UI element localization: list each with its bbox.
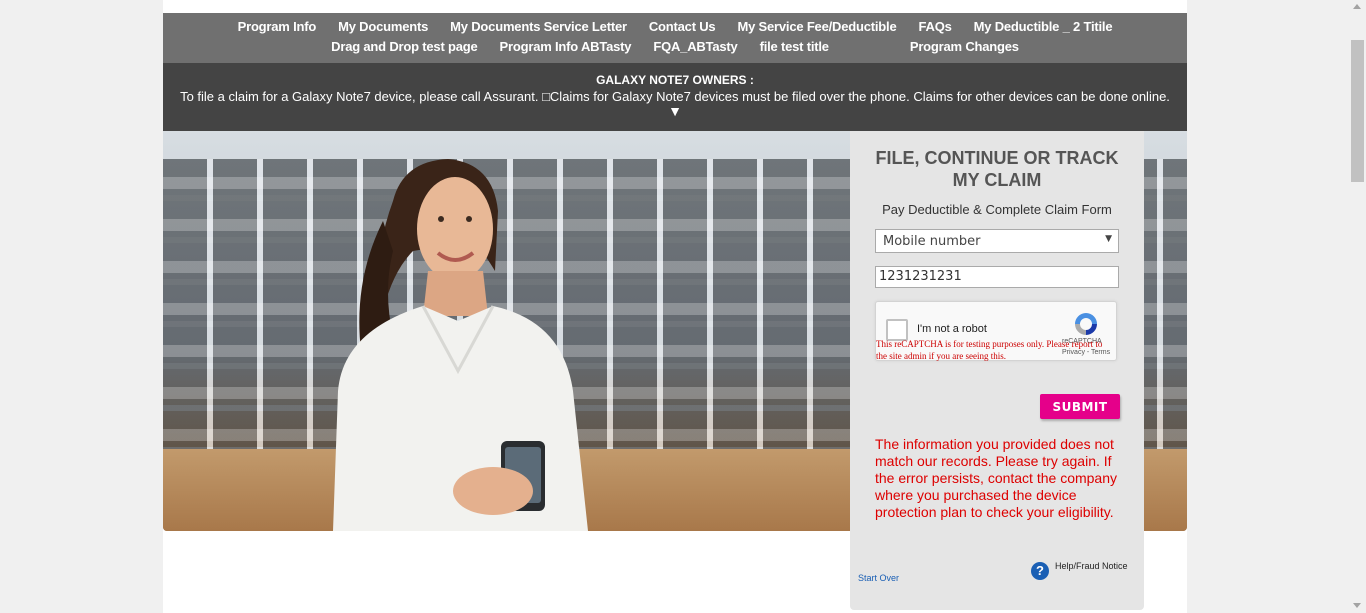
nav-program-changes[interactable]: Program Changes: [910, 39, 1019, 54]
nav-my-deductible-2[interactable]: My Deductible _ 2 Titile: [974, 19, 1113, 34]
page: Program Info My Documents My Documents S…: [163, 0, 1187, 613]
nav-program-info-abtasty[interactable]: Program Info ABTasty: [500, 39, 632, 54]
help-icon[interactable]: ?: [1031, 562, 1049, 580]
claim-title-line-2: MY CLAIM: [952, 170, 1042, 190]
banner-toggle-icon[interactable]: ▼: [163, 103, 1187, 119]
submit-button[interactable]: SUBMIT: [1040, 394, 1120, 419]
help-fraud-notice-link[interactable]: Help/Fraud Notice: [1055, 561, 1128, 571]
nav-program-info[interactable]: Program Info: [238, 19, 317, 34]
nav-file-test-title[interactable]: file test title: [760, 39, 829, 54]
recaptcha-widget: I'm not a robot reCAPTCHA Privacy - Term…: [875, 301, 1117, 361]
recaptcha-icon: [1075, 313, 1097, 335]
woman-with-phone-image: [333, 159, 588, 531]
scrollbar-thumb[interactable]: [1351, 40, 1364, 182]
chevron-down-icon: ▼: [1105, 234, 1112, 244]
nav-contact-us[interactable]: Contact Us: [649, 19, 716, 34]
note7-banner: GALAXY NOTE7 OWNERS : To file a claim fo…: [163, 63, 1187, 131]
claim-title: FILE, CONTINUE OR TRACK MY CLAIM: [850, 147, 1144, 191]
top-bar: [163, 0, 1187, 13]
nav-fqa-abtasty[interactable]: FQA_ABTasty: [653, 39, 737, 54]
select-value: Mobile number: [883, 234, 981, 249]
claim-title-line-1: FILE, CONTINUE OR TRACK: [875, 148, 1119, 168]
mobile-number-input[interactable]: 1231231231: [875, 266, 1119, 288]
nav-row-1: Program Info My Documents My Documents S…: [163, 19, 1187, 34]
error-message: The information you provided does not ma…: [875, 436, 1117, 520]
nav-drag-drop-test[interactable]: Drag and Drop test page: [331, 39, 478, 54]
page-scrollbar[interactable]: [1349, 0, 1366, 613]
scroll-up-icon[interactable]: [1353, 4, 1361, 9]
scroll-down-icon[interactable]: [1353, 603, 1361, 608]
claim-subtitle: Pay Deductible & Complete Claim Form: [882, 202, 1112, 217]
recaptcha-label: I'm not a robot: [917, 323, 987, 335]
banner-text: To file a claim for a Galaxy Note7 devic…: [180, 89, 1170, 104]
start-over-link[interactable]: Start Over: [858, 573, 899, 583]
claim-panel: FILE, CONTINUE OR TRACK MY CLAIM Pay Ded…: [850, 131, 1144, 610]
main-nav: Program Info My Documents My Documents S…: [163, 13, 1187, 63]
nav-my-documents-service-letter[interactable]: My Documents Service Letter: [450, 19, 627, 34]
nav-faqs[interactable]: FAQs: [918, 19, 951, 34]
recaptcha-warning: This reCAPTCHA is for testing purposes o…: [876, 339, 1103, 361]
nav-service-fee-deductible[interactable]: My Service Fee/Deductible: [737, 19, 896, 34]
nav-row-2: Drag and Drop test page Program Info ABT…: [163, 39, 1187, 54]
banner-title: GALAXY NOTE7 OWNERS :: [596, 73, 754, 87]
nav-my-documents[interactable]: My Documents: [338, 19, 428, 34]
lookup-type-select[interactable]: Mobile number ▼: [875, 229, 1119, 253]
